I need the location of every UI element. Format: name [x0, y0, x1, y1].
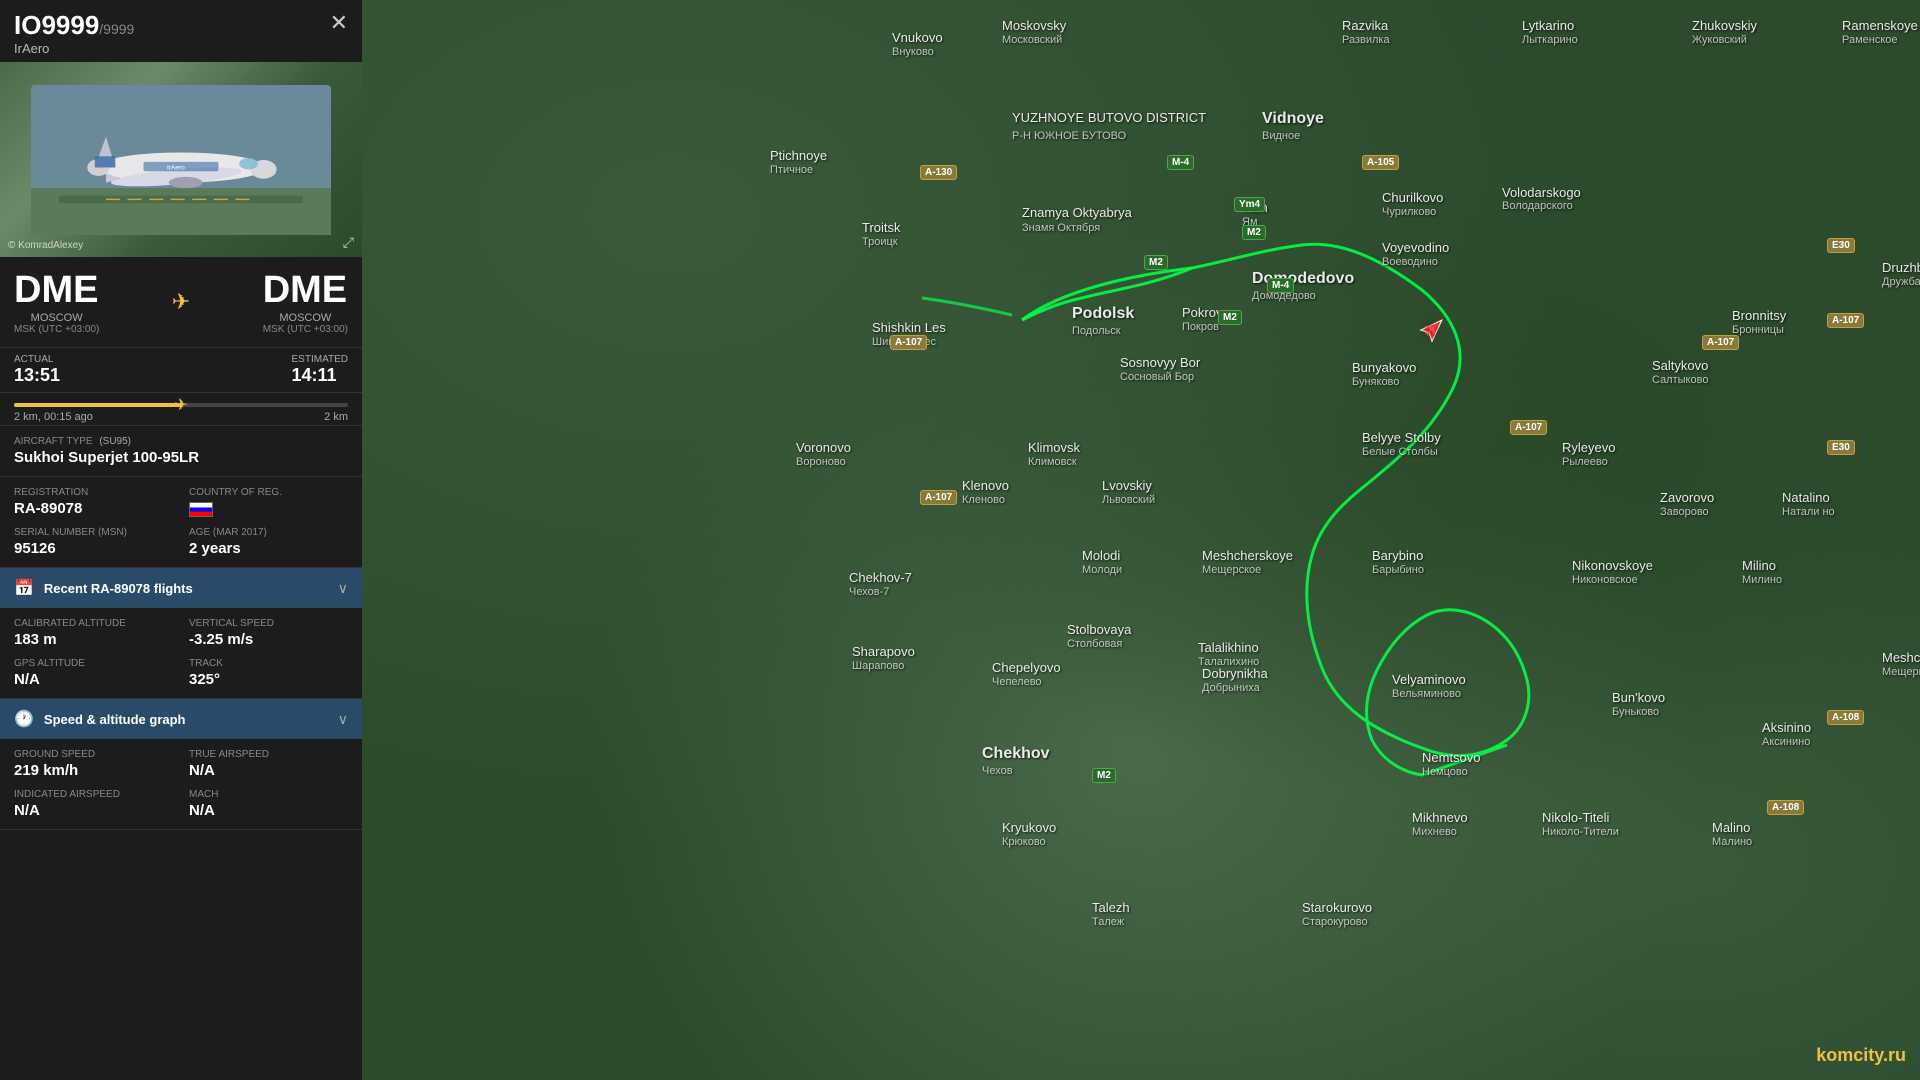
road-badge: M-4	[1267, 278, 1294, 293]
progress-fill	[14, 403, 181, 407]
svg-text:IrAero: IrAero	[167, 164, 185, 171]
road-badge: A-107	[890, 335, 927, 350]
clock-icon: 🕐	[14, 709, 34, 729]
aircraft-image: IrAero	[31, 85, 331, 235]
mach-block: MACH N/A	[189, 789, 348, 819]
gps-alt-block: GPS ALTITUDE N/A	[14, 658, 173, 688]
road-badge: Ym4	[1234, 197, 1265, 212]
road-badge: A-107	[920, 490, 957, 505]
progress-plane-icon: ✈	[174, 395, 187, 415]
recent-flights-header[interactable]: 📅 Recent RA-89078 flights ∨	[0, 568, 362, 608]
speed-graph-chevron: ∨	[338, 711, 348, 728]
registration-block: REGISTRATION RA-89078	[14, 487, 173, 517]
ias-block: INDICATED AIRSPEED N/A	[14, 789, 173, 819]
aircraft-photo: IrAero © KomradAlexey ⤢	[0, 62, 362, 257]
estimated-time-block: ESTIMATED 14:11	[292, 354, 348, 386]
speed-section: GROUND SPEED 219 km/h TRUE AIRSPEED N/A …	[0, 739, 362, 830]
age-block: AGE (MAR 2017) 2 years	[189, 527, 348, 557]
road-badge: A-108	[1827, 710, 1864, 725]
road-badge: M2	[1242, 225, 1266, 240]
flight-id-container: IO9999/9999 IrAero	[14, 10, 134, 56]
flight-id: IO9999/9999	[14, 10, 134, 41]
track-block: TRACK 325°	[189, 658, 348, 688]
road-badge: A-130	[920, 165, 957, 180]
vert-speed-block: VERTICAL SPEED -3.25 m/s	[189, 618, 348, 648]
photo-credit: © KomradAlexey	[8, 240, 83, 251]
time-row: ACTUAL 13:51 ESTIMATED 14:11	[0, 348, 362, 393]
true-airspeed-block: TRUE AIRSPEED N/A	[189, 749, 348, 779]
serial-block: SERIAL NUMBER (MSN) 95126	[14, 527, 173, 557]
road-badge: E30	[1827, 440, 1855, 455]
aircraft-details-grid: REGISTRATION RA-89078 COUNTRY OF REG. SE…	[0, 477, 362, 568]
road-badge: M2	[1218, 310, 1242, 325]
recent-flights-chevron: ∨	[338, 580, 348, 597]
road-badge: M2	[1144, 255, 1168, 270]
aircraft-type-section: AIRCRAFT TYPE (SU95) Sukhoi Superjet 100…	[0, 426, 362, 477]
road-badge: M2	[1092, 768, 1116, 783]
map-container[interactable]: VnukovoВнуковоMoskovskyМосковскийRazvika…	[362, 0, 1920, 1080]
landing-plane-icon: ✈	[172, 289, 190, 315]
speed-graph-header[interactable]: 🕐 Speed & altitude graph ∨	[0, 699, 362, 739]
origin-airport: DME MOSCOW MSK (UTC +03:00)	[14, 269, 99, 335]
actual-time-block: ACTUAL 13:51	[14, 354, 60, 386]
route-section: DME MOSCOW MSK (UTC +03:00) ✈ DME MOSCOW…	[0, 257, 362, 348]
russia-flag-icon	[189, 502, 213, 517]
close-button[interactable]: ✕	[330, 10, 348, 36]
road-badge: A-107	[1827, 313, 1864, 328]
flight-info-panel: IO9999/9999 IrAero ✕	[0, 0, 362, 1080]
altitude-section: CALIBRATED ALTITUDE 183 m VERTICAL SPEED…	[0, 608, 362, 699]
dest-airport: DME MOSCOW MSK (UTC +03:00)	[263, 269, 348, 335]
panel-header: IO9999/9999 IrAero ✕	[0, 0, 362, 62]
road-badge: A-107	[1702, 335, 1739, 350]
country-block: COUNTRY OF REG.	[189, 487, 348, 517]
airline-name: IrAero	[14, 41, 134, 56]
flight-path-overlay	[362, 0, 1920, 1080]
road-badge: A-108	[1767, 800, 1804, 815]
road-badge: A-105	[1362, 155, 1399, 170]
calendar-icon: 📅	[14, 578, 34, 598]
photo-expand-icon[interactable]: ⤢	[343, 234, 354, 251]
map-watermark: komcity.ru	[1816, 1045, 1906, 1066]
ground-speed-block: GROUND SPEED 219 km/h	[14, 749, 173, 779]
road-badge: A-107	[1510, 420, 1547, 435]
route-arrow: ✈	[172, 289, 190, 315]
progress-bar: ✈	[14, 403, 348, 407]
progress-section: ✈ 2 km, 00:15 ago 2 km	[0, 393, 362, 426]
road-badge: E30	[1827, 238, 1855, 253]
cal-alt-block: CALIBRATED ALTITUDE 183 m	[14, 618, 173, 648]
road-badge: M-4	[1167, 155, 1194, 170]
